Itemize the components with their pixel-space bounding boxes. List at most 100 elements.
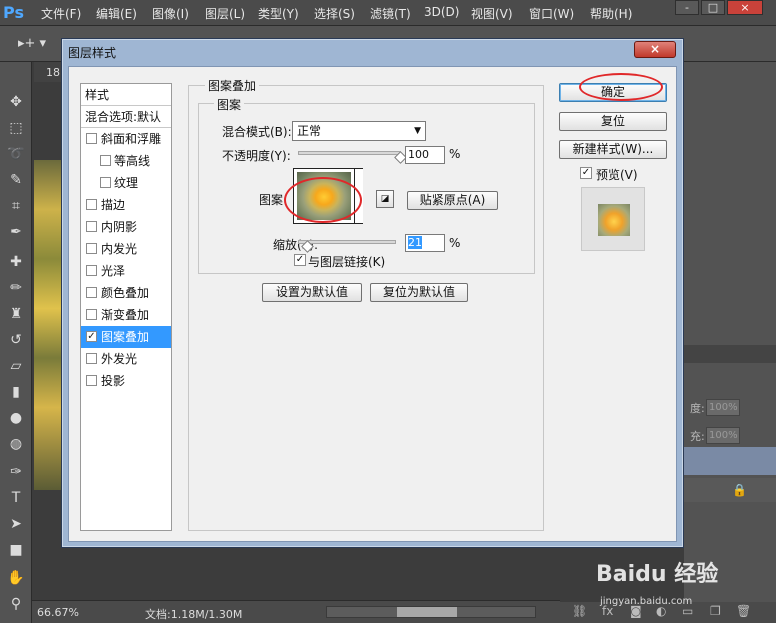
menu-filter[interactable]: 滤镜(T)	[370, 5, 411, 22]
eraser-tool-icon[interactable]: ▱	[5, 356, 27, 376]
healing-tool-icon[interactable]: ✚	[5, 252, 27, 272]
opacity-slider[interactable]	[298, 151, 401, 155]
style-item[interactable]: 外发光	[81, 348, 171, 370]
menu-file[interactable]: 文件(F)	[41, 5, 81, 22]
menu-view[interactable]: 视图(V)	[471, 5, 513, 22]
style-checkbox[interactable]	[86, 309, 97, 320]
history-brush-icon[interactable]: ↺	[5, 330, 27, 350]
link-with-layer-checkbox[interactable]: ✓	[294, 254, 306, 266]
style-checkbox[interactable]	[86, 221, 97, 232]
document-tab[interactable]: 18	[46, 66, 60, 79]
layer-fill-field[interactable]: 100%	[706, 427, 740, 444]
new-layer-icon[interactable]: ❐	[710, 604, 721, 618]
style-checkbox[interactable]	[86, 353, 97, 364]
style-checkbox[interactable]: ✓	[86, 331, 97, 342]
scale-input[interactable]: 21	[405, 234, 445, 252]
eyedropper-tool-icon[interactable]: ✒	[5, 222, 27, 242]
quick-select-tool-icon[interactable]: ✎	[5, 170, 27, 190]
style-item-label: 纹理	[114, 176, 139, 190]
menu-type[interactable]: 类型(Y)	[258, 5, 299, 22]
move-tool-icon[interactable]: ✥	[5, 92, 27, 112]
scale-unit: %	[449, 236, 461, 250]
dodge-tool-icon[interactable]: ◍	[5, 434, 27, 454]
menu-select[interactable]: 选择(S)	[314, 5, 355, 22]
style-item[interactable]: 斜面和浮雕	[81, 128, 171, 150]
horizontal-scrollbar[interactable]	[326, 606, 536, 618]
style-preview	[581, 187, 645, 251]
style-checkbox[interactable]	[86, 199, 97, 210]
style-item[interactable]: ✓ 图案叠加	[81, 326, 171, 348]
style-item[interactable]: 等高线	[81, 150, 171, 172]
layer-opacity-field[interactable]: 100%	[706, 399, 740, 416]
reset-to-default-button[interactable]: 复位为默认值	[370, 283, 468, 302]
path-select-icon[interactable]: ➤	[5, 514, 27, 534]
tools-panel: ✥ ⬚ ➰ ✎ ⌗ ✒ ✚ ✏ ♜ ↺ ▱ ▮ ● ◍ ✑ T ➤ ■ ✋ ⚲	[0, 62, 32, 623]
dialog-close-button[interactable]: ×	[634, 41, 676, 58]
style-checkbox[interactable]	[86, 375, 97, 386]
minimize-button[interactable]: -	[675, 0, 699, 15]
preview-thumbnail	[598, 204, 630, 236]
lasso-tool-icon[interactable]: ➰	[5, 144, 27, 164]
style-checkbox[interactable]	[86, 265, 97, 276]
menu-image[interactable]: 图像(I)	[152, 5, 189, 22]
hand-tool-icon[interactable]: ✋	[5, 568, 27, 588]
style-item[interactable]: 渐变叠加	[81, 304, 171, 326]
style-checkbox[interactable]	[86, 133, 97, 144]
pen-tool-icon[interactable]: ✑	[5, 462, 27, 482]
style-item[interactable]: 颜色叠加	[81, 282, 171, 304]
scrollbar-thumb[interactable]	[397, 607, 457, 617]
style-item[interactable]: 内发光	[81, 238, 171, 260]
menu-window[interactable]: 窗口(W)	[529, 5, 574, 22]
style-item[interactable]: 描边	[81, 194, 171, 216]
opacity-label: 度:	[690, 402, 705, 415]
marquee-tool-icon[interactable]: ⬚	[5, 118, 27, 138]
scale-slider[interactable]	[298, 240, 396, 244]
app-close-button[interactable]: ×	[727, 0, 763, 15]
styles-header[interactable]: 样式	[81, 84, 171, 106]
style-checkbox[interactable]	[100, 155, 111, 166]
reset-button[interactable]: 复位	[559, 112, 667, 131]
menu-3d[interactable]: 3D(D)	[424, 5, 459, 19]
zoom-level[interactable]: 66.67%	[37, 606, 79, 619]
style-item-label: 光泽	[101, 264, 126, 278]
shape-tool-icon[interactable]: ■	[5, 540, 27, 560]
layer-row-selected[interactable]	[684, 447, 776, 475]
preview-checkbox[interactable]: ✓	[580, 167, 592, 179]
gradient-tool-icon[interactable]: ▮	[5, 382, 27, 402]
menu-help[interactable]: 帮助(H)	[590, 5, 632, 22]
snap-to-origin-button[interactable]: 贴紧原点(A)	[407, 191, 498, 210]
status-bar: 66.67% 文档:1.18M/1.30M	[32, 600, 560, 623]
opacity-input[interactable]: 100	[405, 146, 445, 164]
layer-row-background[interactable]	[684, 478, 776, 502]
crop-tool-icon[interactable]: ⌗	[5, 196, 27, 216]
style-item[interactable]: 光泽	[81, 260, 171, 282]
style-item[interactable]: 投影	[81, 370, 171, 392]
style-item[interactable]: 纹理	[81, 172, 171, 194]
style-list: 样式 混合选项:默认 斜面和浮雕 等高线 纹理 描边 内阴影 内发光 光泽 颜色叠加 渐变叠加 ✓…	[80, 83, 172, 531]
link-layers-icon[interactable]: ⛓	[572, 604, 587, 618]
make-default-button[interactable]: 设置为默认值	[262, 283, 362, 302]
photoshop-logo: Ps	[3, 3, 24, 22]
zoom-tool-icon[interactable]: ⚲	[5, 594, 27, 614]
blur-tool-icon[interactable]: ●	[5, 408, 27, 428]
style-checkbox[interactable]	[86, 243, 97, 254]
fill-label: 充:	[690, 430, 705, 443]
style-item[interactable]: 内阴影	[81, 216, 171, 238]
blend-mode-label: 混合模式(B):	[222, 125, 292, 139]
new-preset-icon[interactable]: ◪	[376, 190, 394, 208]
menu-edit[interactable]: 编辑(E)	[96, 5, 137, 22]
maximize-button[interactable]: □	[701, 0, 725, 15]
menu-bar: Ps 文件(F) 编辑(E) 图像(I) 图层(L) 类型(Y) 选择(S) 滤…	[0, 0, 776, 26]
blending-options-item[interactable]: 混合选项:默认	[81, 106, 171, 128]
style-checkbox[interactable]	[86, 287, 97, 298]
brush-tool-icon[interactable]: ✏	[5, 278, 27, 298]
menu-layer[interactable]: 图层(L)	[205, 5, 245, 22]
blend-mode-select[interactable]: 正常 ▼	[292, 121, 426, 141]
new-style-button[interactable]: 新建样式(W)...	[559, 140, 667, 159]
trash-icon[interactable]: 🗑	[736, 604, 751, 618]
baidu-watermark-url: jingyan.baidu.com	[600, 596, 693, 607]
stamp-tool-icon[interactable]: ♜	[5, 304, 27, 324]
style-checkbox[interactable]	[100, 177, 111, 188]
move-tool-option[interactable]: ▸+ ▾	[18, 36, 46, 51]
type-tool-icon[interactable]: T	[5, 488, 27, 508]
